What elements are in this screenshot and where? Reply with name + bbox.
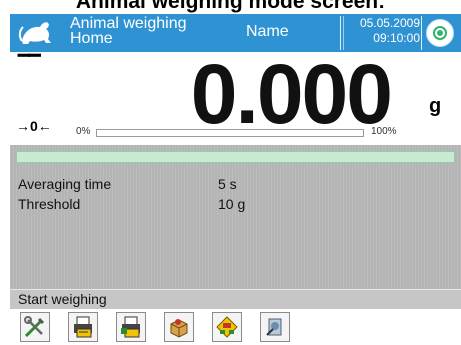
weighing-progress-bar [16,151,455,163]
date: 05.05.2009 [359,16,420,30]
mode-profile: Home [70,30,113,47]
zero-indicator: →0← [16,118,52,134]
database-button[interactable] [212,312,242,342]
param-label: Threshold [18,196,81,212]
user-name[interactable]: Name [246,23,289,41]
bargraph-min-label: 0% [76,126,91,137]
settings-tools-icon [24,316,45,338]
param-value: 5 s [218,176,237,192]
weighing-display: ▔▔ →0← 0.000 g 0% 100% [10,47,461,145]
function-label: Start weighing [10,289,461,309]
target-icon[interactable] [426,19,454,47]
statistics-button[interactable] [260,312,290,342]
stability-indicator: ▔▔ [18,56,41,73]
bargraph [96,129,364,137]
header-divider [421,16,422,50]
mode-title: Animal weighing Home [70,15,187,47]
info-panel: Averaging time 5 s Threshold 10 g [10,145,461,289]
weight-unit[interactable]: g [429,95,441,118]
label-print-icon [74,316,92,338]
param-value: 10 g [218,196,246,212]
database-icon [216,316,238,338]
mode-name: Animal weighing [70,15,187,32]
date-time: 05.05.2009 09:10:00 [352,16,420,46]
statistics-icon [266,318,282,336]
param-label: Averaging time [18,176,112,192]
product-weighing-button[interactable] [164,312,194,342]
report-print-button[interactable] [116,312,146,342]
settings-tools-button[interactable] [20,312,50,342]
animal-mode-icon[interactable] [18,17,56,49]
page-heading: Animal weighing mode screen: [75,0,386,13]
toolbar [10,309,461,345]
label-print-button[interactable] [68,312,98,342]
bargraph-max-label: 100% [371,126,397,137]
product-weighing-icon [170,319,188,338]
report-print-icon [121,316,140,338]
